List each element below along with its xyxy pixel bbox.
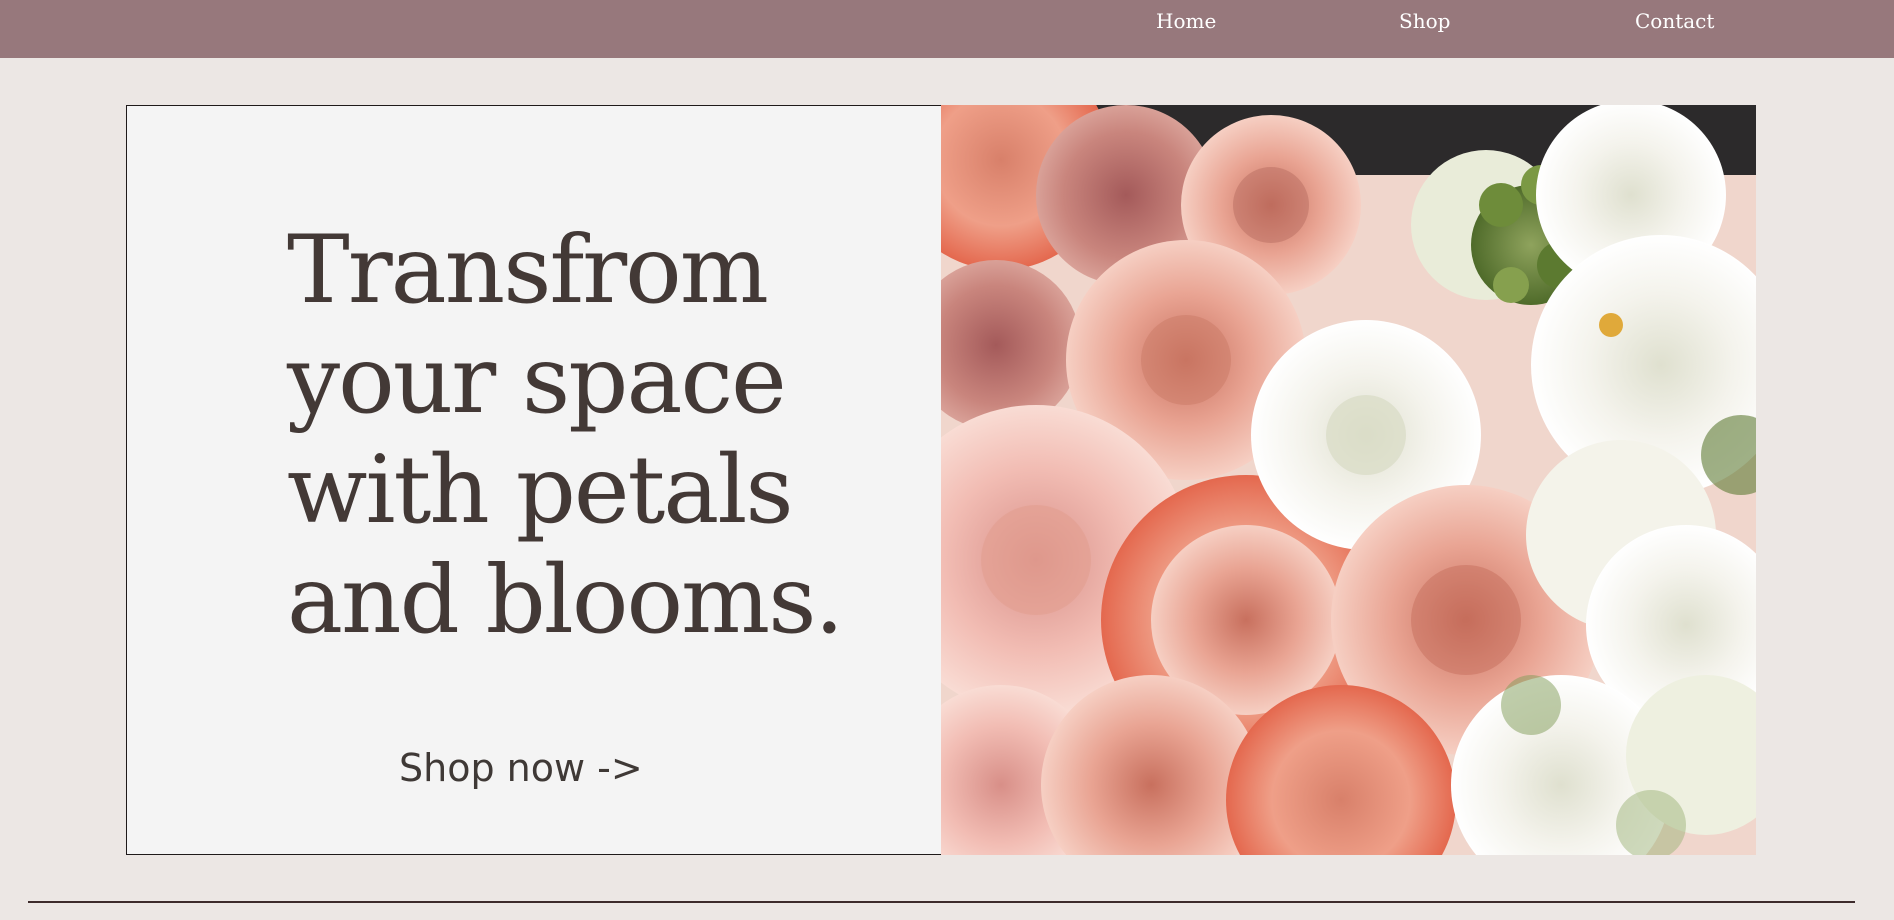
flower-bouquet-image [941,105,1756,855]
headline-line: with petals [287,436,794,545]
section-divider [28,901,1855,903]
nav-link-shop[interactable]: Shop [1399,8,1450,34]
headline-line: Transfrom [287,216,769,325]
hero-text-panel: Transfrom your space with petals and blo… [126,105,942,855]
flower-bouquet-illustration [941,105,1756,855]
top-navigation: Home Shop Contact [0,0,1894,58]
headline-line: your space [287,326,787,435]
hero-headline: Transfrom your space with petals and blo… [287,216,927,656]
nav-link-contact[interactable]: Contact [1635,8,1714,34]
headline-line: and blooms. [287,546,844,655]
nav-link-home[interactable]: Home [1156,8,1216,34]
shop-now-link[interactable]: Shop now -> [399,746,643,790]
